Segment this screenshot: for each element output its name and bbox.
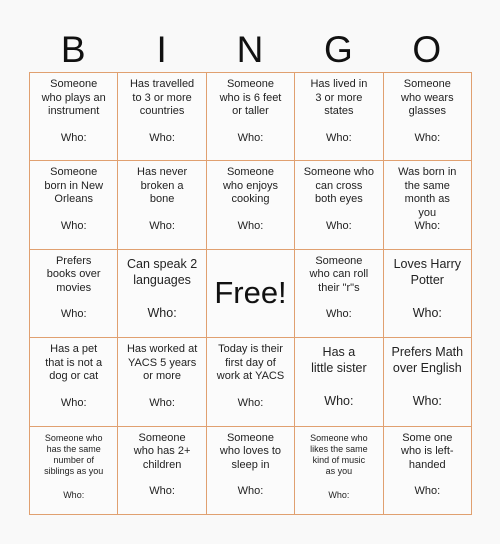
- cell-who-label: Who:: [328, 489, 350, 500]
- bingo-cell[interactable]: Someone who has the same number of sibli…: [30, 426, 119, 515]
- cell-who-label: Who:: [326, 219, 352, 232]
- bingo-cell[interactable]: Someone who wears glasses Who:: [383, 73, 472, 162]
- cell-prompt: Some one who is left- handed: [401, 431, 454, 471]
- cell-prompt: Someone who is 6 feet or taller: [219, 78, 282, 117]
- free-space-cell[interactable]: Free!: [206, 249, 296, 339]
- cell-prompt: Someone who has the same number of sibli…: [44, 432, 104, 476]
- cell-prompt: Someone who enjoys cooking: [222, 166, 279, 206]
- cell-prompt: Has a pet that is not a dog or cat: [45, 343, 103, 383]
- bingo-cell[interactable]: Someone who likes the same kind of music…: [295, 426, 384, 515]
- cell-who-label: Who:: [412, 394, 442, 409]
- header-letter-b: B: [60, 29, 86, 70]
- bingo-cell[interactable]: Has travelled to 3 or more countries Who:: [118, 73, 207, 162]
- free-space-label: Free!: [214, 275, 287, 311]
- bingo-cell[interactable]: Can speak 2 languages Who:: [118, 249, 207, 339]
- cell-who-label: Who:: [324, 394, 354, 409]
- cell-prompt: Has a little sister: [311, 345, 367, 376]
- header-letter-g: G: [324, 29, 353, 70]
- bingo-cell[interactable]: Someone who plays an instrument Who:: [30, 73, 119, 162]
- bingo-cell[interactable]: Has lived in 3 or more states Who:: [295, 73, 384, 162]
- cell-who-label: Who:: [237, 131, 264, 144]
- cell-who-label: Who:: [237, 396, 264, 409]
- cell-who-label: Who:: [60, 396, 87, 409]
- cell-who-label: Who:: [414, 131, 441, 144]
- cell-who-label: Who:: [63, 489, 85, 500]
- bingo-cell[interactable]: Prefers Math over English Who:: [383, 338, 472, 427]
- cell-who-label: Who:: [326, 308, 352, 321]
- cell-prompt: Prefers books over movies: [46, 254, 101, 294]
- cell-prompt: Was born in the same month as you: [398, 166, 457, 219]
- cell-who-label: Who:: [237, 485, 264, 498]
- bingo-cell[interactable]: Someone who can roll their "r"s Who:: [295, 249, 384, 339]
- bingo-cell[interactable]: Was born in the same month as you Who:: [383, 161, 472, 250]
- bingo-cell[interactable]: Someone who enjoys cooking Who:: [206, 161, 296, 250]
- cell-prompt: Someone who can cross both eyes: [303, 166, 375, 206]
- cell-who-label: Who:: [60, 219, 87, 232]
- cell-prompt: Can speak 2 languages: [127, 256, 198, 287]
- cell-prompt: Today is their first day of work at YACS: [216, 343, 285, 383]
- cell-prompt: Has lived in 3 or more states: [310, 78, 368, 117]
- cell-who-label: Who:: [147, 305, 177, 320]
- cell-prompt: Has worked at YACS 5 years or more: [126, 343, 198, 383]
- header-letter-i: I: [156, 29, 167, 70]
- cell-who-label: Who:: [237, 219, 264, 232]
- bingo-cell[interactable]: Someone who can cross both eyes Who:: [295, 161, 384, 250]
- header-letter-o: O: [412, 29, 442, 70]
- bingo-cell[interactable]: Prefers books over movies Who:: [30, 249, 119, 339]
- cell-who-label: Who:: [326, 131, 352, 144]
- cell-who-label: Who:: [149, 485, 175, 498]
- cell-prompt: Someone who wears glasses: [401, 78, 454, 117]
- bingo-cell[interactable]: Loves Harry Potter Who:: [383, 249, 472, 339]
- cell-prompt: Has never broken a bone: [137, 166, 188, 206]
- cell-prompt: Someone who can roll their "r"s: [309, 254, 369, 294]
- cell-prompt: Someone who loves to sleep in: [219, 431, 282, 471]
- cell-who-label: Who:: [60, 131, 87, 144]
- bingo-header: B I N G O: [29, 28, 471, 72]
- cell-prompt: Someone who likes the same kind of music…: [310, 432, 368, 476]
- cell-who-label: Who:: [149, 131, 175, 144]
- cell-who-label: Who:: [412, 305, 442, 320]
- bingo-cell[interactable]: Has a little sister Who:: [295, 338, 384, 427]
- cell-prompt: Someone born in New Orleans: [44, 166, 104, 206]
- cell-who-label: Who:: [60, 308, 87, 321]
- bingo-cell[interactable]: Someone who loves to sleep in Who:: [206, 426, 296, 515]
- bingo-cell[interactable]: Has never broken a bone Who:: [118, 161, 207, 250]
- cell-prompt: Prefers Math over English: [391, 345, 464, 376]
- cell-prompt: Has travelled to 3 or more countries: [129, 78, 195, 117]
- cell-who-label: Who:: [414, 485, 441, 498]
- bingo-board: Someone who plays an instrument Who: Has …: [29, 72, 472, 515]
- cell-prompt: Loves Harry Potter: [393, 256, 461, 287]
- bingo-cell[interactable]: Someone who is 6 feet or taller Who:: [206, 73, 296, 162]
- cell-who-label: Who:: [414, 220, 441, 233]
- bingo-cell[interactable]: Has worked at YACS 5 years or more Who:: [118, 338, 207, 427]
- header-letter-n: N: [236, 29, 264, 70]
- bingo-cell[interactable]: Has a pet that is not a dog or cat Who:: [30, 338, 119, 427]
- bingo-cell[interactable]: Today is their first day of work at YACS…: [206, 338, 296, 427]
- cell-who-label: Who:: [149, 219, 175, 232]
- bingo-cell[interactable]: Someone who has 2+ children Who:: [118, 426, 207, 515]
- bingo-cell[interactable]: Someone born in New Orleans Who:: [30, 161, 119, 250]
- cell-who-label: Who:: [149, 396, 175, 409]
- cell-prompt: Someone who has 2+ children: [133, 431, 191, 471]
- bingo-cell[interactable]: Some one who is left- handed Who:: [383, 426, 472, 515]
- cell-prompt: Someone who plays an instrument: [41, 78, 106, 117]
